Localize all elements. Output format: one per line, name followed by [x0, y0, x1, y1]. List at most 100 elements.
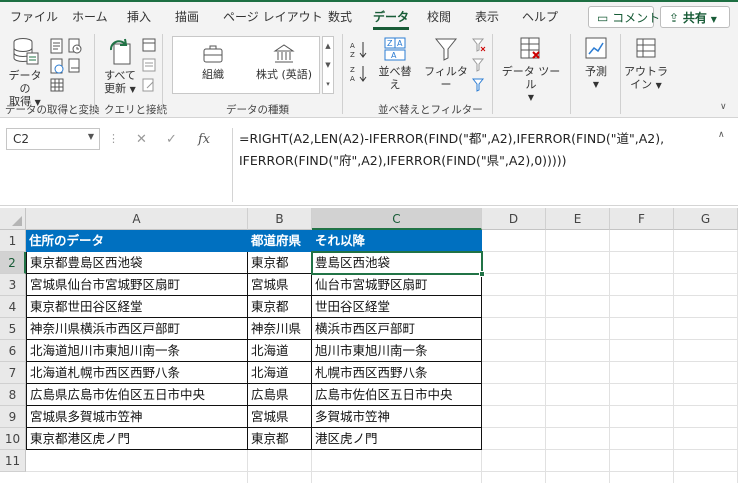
collapse-ribbon-icon[interactable]: ∨: [720, 102, 727, 112]
row-header-10[interactable]: 10: [0, 428, 26, 450]
column-header-b[interactable]: B: [248, 208, 312, 230]
cell-a6[interactable]: 北海道旭川市東旭川南一条: [26, 340, 248, 362]
cell-b7[interactable]: 北海道: [247, 362, 312, 384]
cell-b6[interactable]: 北海道: [247, 340, 312, 362]
cell-c10[interactable]: 港区虎ノ門: [311, 428, 482, 450]
sort-button[interactable]: Z A A 並べ替え: [374, 36, 416, 91]
data-tools-icon: [520, 37, 540, 59]
formula-input[interactable]: =RIGHT(A2,LEN(A2)-IFERROR(FIND("都",A2),I…: [232, 128, 712, 202]
forecast-button[interactable]: 予測 ▼: [576, 36, 616, 91]
comment-button[interactable]: ▭ コメント: [588, 6, 660, 28]
cell-a4[interactable]: 東京都世田谷区経堂: [26, 296, 248, 318]
tab-view[interactable]: 表示: [475, 8, 499, 25]
column-header-e[interactable]: E: [546, 208, 610, 230]
tab-review[interactable]: 校閲: [427, 8, 451, 25]
cell-b3[interactable]: 宮城県: [247, 274, 312, 296]
row-header-4[interactable]: 4: [0, 296, 26, 318]
select-all-corner[interactable]: [0, 208, 26, 230]
svg-text:A: A: [397, 39, 403, 48]
cell-a5[interactable]: 神奈川県横浜市西区戸部町: [26, 318, 248, 340]
cell-b2[interactable]: 東京都: [247, 252, 312, 274]
outline-button[interactable]: アウトラ イン ▼: [624, 36, 668, 92]
cell-c7[interactable]: 札幌市西区西野八条: [311, 362, 482, 384]
tab-page-layout[interactable]: ページ レイアウト: [223, 8, 323, 25]
fill-handle[interactable]: [479, 271, 485, 277]
row-header-7[interactable]: 7: [0, 362, 26, 384]
chevron-down-icon: ▼: [592, 80, 600, 89]
sort-descending-icon[interactable]: ZA: [350, 64, 368, 87]
tab-home[interactable]: ホーム: [72, 8, 108, 25]
cell-a3[interactable]: 宮城県仙台市宮城野区扇町: [26, 274, 248, 296]
from-table-icon[interactable]: [50, 78, 64, 95]
cell-a1[interactable]: 住所のデータ: [26, 230, 248, 252]
stocks-datatype-button[interactable]: 株式 (英語): [251, 43, 317, 81]
cancel-icon[interactable]: ✕: [136, 132, 147, 147]
cell-b5[interactable]: 神奈川県: [247, 318, 312, 340]
group-label-queries: クエリと接続: [104, 104, 167, 116]
tab-formulas[interactable]: 数式: [328, 8, 352, 25]
properties-icon[interactable]: [142, 58, 156, 75]
recent-sources-icon[interactable]: [68, 38, 82, 57]
cell-b1[interactable]: 都道府県: [248, 230, 312, 252]
insert-function-icon[interactable]: fx: [198, 132, 210, 147]
cell-a9[interactable]: 宮城県多賀城市笠神: [26, 406, 248, 428]
column-header-c[interactable]: C: [312, 208, 482, 230]
cell-a7[interactable]: 北海道札幌市西区西野八条: [26, 362, 248, 384]
cell-c9[interactable]: 多賀城市笠神: [311, 406, 482, 428]
column-header-f[interactable]: F: [610, 208, 674, 230]
enter-icon[interactable]: ✓: [166, 132, 177, 147]
name-box[interactable]: C2 ▼: [6, 128, 100, 150]
row-header-1[interactable]: 1: [0, 230, 26, 252]
gallery-scroll[interactable]: ▲ ▼ ▾: [322, 36, 334, 94]
cell-c4[interactable]: 世田谷区経堂: [311, 296, 482, 318]
row-header-6[interactable]: 6: [0, 340, 26, 362]
cell-c3[interactable]: 仙台市宮城野区扇町: [311, 274, 482, 296]
cell-c8[interactable]: 広島市佐伯区五日市中央: [311, 384, 482, 406]
cell-a10[interactable]: 東京都港区虎ノ門: [26, 428, 248, 450]
cell-b10[interactable]: 東京都: [247, 428, 312, 450]
row-header-2[interactable]: 2: [0, 252, 26, 274]
cell-c5[interactable]: 横浜市西区戸部町: [311, 318, 482, 340]
advanced-filter-icon[interactable]: [471, 78, 486, 95]
sort-ascending-icon[interactable]: AZ: [350, 40, 368, 63]
cell-b4[interactable]: 東京都: [247, 296, 312, 318]
gridline: [673, 230, 674, 483]
filter-button[interactable]: フィルター: [424, 36, 468, 91]
worksheet-grid[interactable]: A B C D E F G 1 2 3 4 5 6 7 8 9 10 11 住所…: [0, 208, 738, 483]
cell-c2[interactable]: 豊島区西池袋: [311, 252, 482, 274]
clear-filter-icon[interactable]: [471, 38, 486, 55]
cell-a8[interactable]: 広島県広島市佐伯区五日市中央: [26, 384, 248, 406]
queries-connections-icon[interactable]: [142, 38, 156, 55]
row-header-8[interactable]: 8: [0, 384, 26, 406]
share-button[interactable]: ⇪ 共有 ▼: [660, 6, 730, 28]
tab-file[interactable]: ファイル: [10, 8, 58, 25]
get-data-button[interactable]: データの 取得 ▼: [6, 36, 44, 109]
edit-links-icon[interactable]: [142, 78, 156, 95]
from-text-icon[interactable]: [50, 38, 64, 57]
from-web-icon[interactable]: [50, 58, 64, 77]
cell-c1[interactable]: それ以降: [312, 230, 482, 252]
tab-data[interactable]: データ: [373, 8, 410, 30]
group-separator: [620, 34, 621, 114]
row-header-9[interactable]: 9: [0, 406, 26, 428]
tab-insert[interactable]: 挿入: [127, 8, 151, 25]
organization-datatype-button[interactable]: 組織: [183, 43, 243, 81]
column-header-d[interactable]: D: [482, 208, 546, 230]
tab-draw[interactable]: 描画: [175, 8, 199, 25]
cell-a2[interactable]: 東京都豊島区西池袋: [26, 252, 248, 274]
reapply-icon[interactable]: [471, 58, 486, 75]
refresh-all-button[interactable]: すべて 更新 ▼: [100, 36, 140, 96]
cell-c6[interactable]: 旭川市東旭川南一条: [311, 340, 482, 362]
cell-b9[interactable]: 宮城県: [247, 406, 312, 428]
cell-b8[interactable]: 広島県: [247, 384, 312, 406]
row-header-3[interactable]: 3: [0, 274, 26, 296]
column-header-a[interactable]: A: [26, 208, 248, 230]
group-label-get-transform: データの取得と変換: [5, 104, 100, 116]
existing-connections-icon[interactable]: [68, 58, 82, 77]
row-header-11[interactable]: 11: [0, 450, 26, 472]
chevron-up-icon[interactable]: ∧: [718, 130, 725, 140]
data-tools-button[interactable]: データ ツール ▼: [498, 36, 564, 104]
column-header-g[interactable]: G: [674, 208, 738, 230]
row-header-5[interactable]: 5: [0, 318, 26, 340]
tab-help[interactable]: ヘルプ: [522, 8, 558, 25]
